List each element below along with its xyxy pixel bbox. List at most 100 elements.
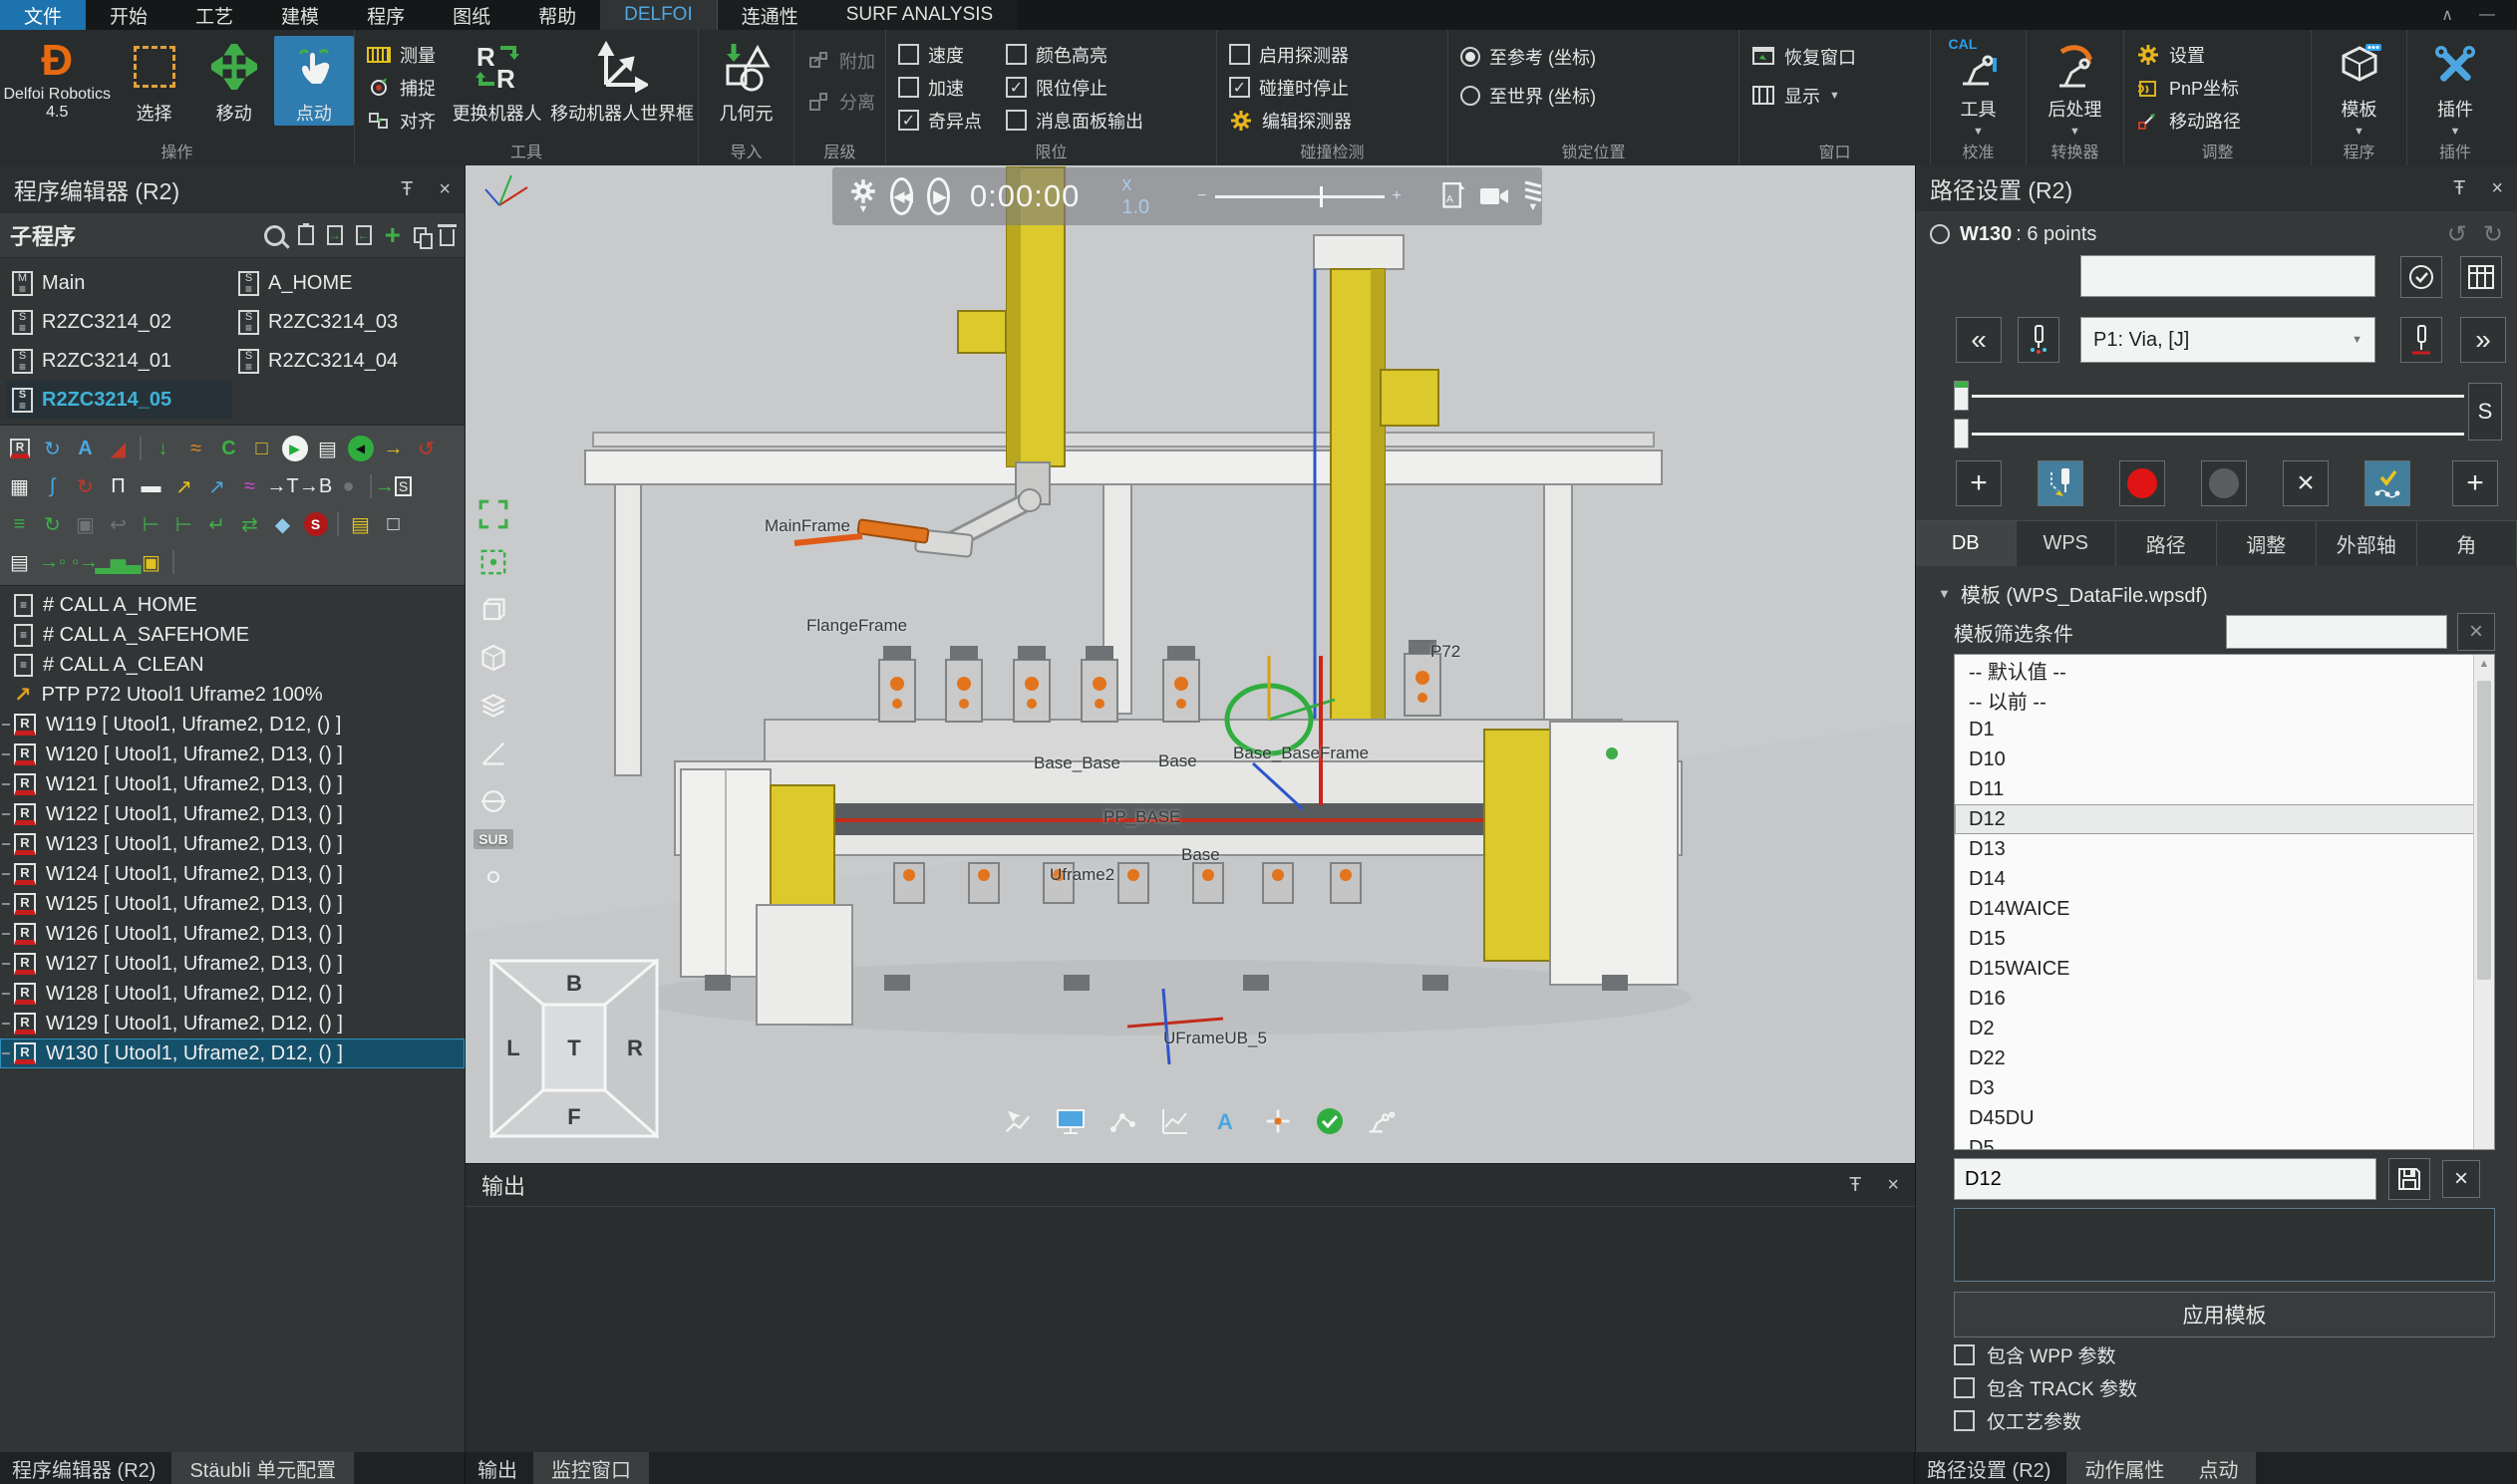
confirm-point-button[interactable] xyxy=(2400,256,2442,298)
menu-file[interactable]: 文件 xyxy=(0,0,86,30)
include-wpp-checkbox[interactable]: 包含 WPP 参数 xyxy=(1938,1339,2495,1370)
sync-slider-button[interactable]: S xyxy=(2468,383,2502,441)
point-select-dropdown[interactable]: P1: Via, [J] ▼ xyxy=(2080,317,2375,363)
goto-point-torch-button[interactable] xyxy=(2400,317,2442,363)
window-menu-icon[interactable]: — xyxy=(2479,6,2495,24)
select-frame-icon[interactable]: □ xyxy=(246,434,277,463)
weld-point-tool-icon[interactable] xyxy=(4,434,35,463)
check-axes-button[interactable] xyxy=(2364,460,2410,506)
pin-icon[interactable]: Ŧ xyxy=(1849,1174,1861,1197)
include-track-checkbox[interactable]: 包含 TRACK 参数 xyxy=(1938,1372,2495,1403)
statusbar-tab-monitor[interactable]: 监控窗口 xyxy=(533,1452,649,1484)
edit-detector-button[interactable]: 编辑探测器 xyxy=(1229,104,1352,137)
clipboard-icon[interactable]: ▤ xyxy=(345,509,376,539)
speed-minus-icon[interactable]: − xyxy=(1197,187,1206,205)
swap-icon[interactable]: ⇄ xyxy=(234,509,265,539)
statement-row[interactable]: W128 [ Utool1, Uframe2, D12, () ] xyxy=(0,979,465,1009)
menu-connectivity[interactable]: 连通性 xyxy=(718,0,822,30)
swap-robot-button[interactable]: RR 更换机器人 xyxy=(448,36,546,126)
template-item[interactable]: -- 默认值 -- xyxy=(1955,655,2494,685)
template-section-header[interactable]: ▼ 模板 (WPS_DataFile.wpsdf) xyxy=(1938,576,2495,610)
via-path-icon[interactable]: ≈ xyxy=(234,471,265,501)
io-in-icon[interactable]: →◦ xyxy=(37,547,68,577)
scroll-thumb[interactable] xyxy=(2477,681,2491,980)
controller-icon[interactable]: ▤ xyxy=(312,434,343,463)
statement-row-selected[interactable]: W130 [ Utool1, Uframe2, D12, () ] xyxy=(0,1039,465,1068)
print-icon[interactable]: ▤ xyxy=(4,547,35,577)
save-template-button[interactable] xyxy=(2388,1158,2430,1200)
close-icon[interactable]: × xyxy=(1887,1174,1899,1197)
stop-icon[interactable]: S xyxy=(300,509,331,539)
menu-start[interactable]: 开始 xyxy=(86,0,171,30)
tab-angle[interactable]: 角 xyxy=(2417,520,2517,566)
statement-row[interactable]: PTP P72 Utool1 Uframe2 100% xyxy=(0,680,465,710)
template-item[interactable]: D1 xyxy=(1955,715,2494,744)
branch-icon[interactable]: ⊢ xyxy=(136,509,166,539)
point-graph-icon[interactable] xyxy=(1103,1104,1141,1138)
template-item[interactable]: D45DU xyxy=(1955,1103,2494,1133)
zigzag-tool-icon[interactable]: Π xyxy=(103,471,134,501)
template-item[interactable]: D2 xyxy=(1955,1014,2494,1043)
template-item[interactable]: D14WAICE xyxy=(1955,894,2494,924)
snap-button[interactable]: 捕捉 xyxy=(367,71,436,104)
subprogram-item[interactable]: SR2ZC3214_03 xyxy=(232,303,459,341)
statement-row[interactable]: W121 [ Utool1, Uframe2, D13, () ] xyxy=(0,769,465,799)
tab-external-axis[interactable]: 外部轴 xyxy=(2317,520,2417,566)
rotate-tool-icon[interactable]: ↻ xyxy=(70,471,101,501)
cube-view-icon[interactable] xyxy=(473,638,513,678)
checklist-icon[interactable] xyxy=(298,225,314,245)
statusbar-tab-program-editor[interactable]: 程序编辑器 (R2) xyxy=(0,1454,167,1483)
subprogram-item[interactable]: SR2ZC3214_02 xyxy=(6,303,232,341)
statement-row[interactable]: W125 [ Utool1, Uframe2, D13, () ] xyxy=(0,889,465,919)
template-button[interactable]: 模板 ▼ xyxy=(2332,36,2387,138)
validate-icon[interactable] xyxy=(1311,1104,1349,1138)
statement-row[interactable]: W119 [ Utool1, Uframe2, D12, () ] xyxy=(0,710,465,740)
template-item[interactable]: D15 xyxy=(1955,924,2494,954)
template-item[interactable]: D16 xyxy=(1955,984,2494,1014)
path-slider[interactable] xyxy=(1972,395,2464,398)
enable-detector-checkbox[interactable]: 启用探测器 xyxy=(1229,38,1352,71)
statement-row[interactable]: W122 [ Utool1, Uframe2, D13, () ] xyxy=(0,799,465,829)
statusbar-tab-motion-props[interactable]: 动作属性 xyxy=(2084,1454,2164,1483)
zoom-window-icon[interactable] xyxy=(473,542,513,582)
section-view-icon[interactable] xyxy=(473,781,513,821)
apply-template-button[interactable]: 应用模板 xyxy=(1954,1292,2495,1337)
restore-window-button[interactable]: 恢复窗口 xyxy=(1751,40,1856,73)
add-program-icon[interactable]: + xyxy=(385,225,401,245)
template-item[interactable]: D13 xyxy=(1955,834,2494,864)
prev-point-button[interactable]: « xyxy=(1956,317,2002,363)
loop-green-icon[interactable]: ↻ xyxy=(37,509,68,539)
chart-icon[interactable] xyxy=(1155,1104,1193,1138)
process-params-only-checkbox[interactable]: 仅工艺参数 xyxy=(1938,1405,2495,1436)
limit-stop-checkbox[interactable]: 限位停止 xyxy=(1006,71,1143,104)
insert-point-icon[interactable]: ↓ xyxy=(148,434,178,463)
clear-filter-button[interactable]: × xyxy=(2457,613,2495,651)
template-item[interactable]: -- 以前 -- xyxy=(1955,685,2494,715)
folder-icon[interactable]: ▬ xyxy=(136,471,166,501)
subprogram-item[interactable]: MMain xyxy=(6,264,232,302)
next-point-button[interactable]: » xyxy=(2460,317,2506,363)
ribbon-collapse-icon[interactable]: ∧ xyxy=(2441,5,2453,25)
selection-radio[interactable] xyxy=(1930,224,1950,244)
export-pdf-icon[interactable]: A xyxy=(1441,182,1467,210)
point-table-button[interactable] xyxy=(2460,256,2502,298)
template-item[interactable]: D10 xyxy=(1955,744,2494,774)
copy-program-icon[interactable] xyxy=(414,227,427,243)
play-simulation-icon[interactable]: ▶ xyxy=(279,434,310,463)
statement-row[interactable]: W120 [ Utool1, Uframe2, D13, () ] xyxy=(0,740,465,769)
to-bottom-icon[interactable]: →B xyxy=(300,471,331,501)
conveyor-icon[interactable]: → xyxy=(378,434,409,463)
template-notes-field[interactable] xyxy=(1954,1208,2495,1282)
annotation-icon[interactable]: A xyxy=(1207,1104,1245,1138)
loop-tool-icon[interactable]: ↻ xyxy=(37,434,68,463)
settings-button[interactable]: 设置 xyxy=(2136,38,2241,71)
menu-surf-analysis[interactable]: SURF ANALYSIS xyxy=(822,0,1017,30)
template-filter-input[interactable] xyxy=(2226,615,2447,649)
move-path-button[interactable]: 移动路径 xyxy=(2136,104,2241,137)
pin-icon[interactable]: Ŧ xyxy=(2453,177,2465,200)
scroll-up-icon[interactable]: ▲ xyxy=(2474,655,2494,670)
sub-view-badge[interactable]: SUB xyxy=(473,829,513,849)
speed-plus-icon[interactable]: + xyxy=(1393,187,1402,205)
pin-icon[interactable]: Ŧ xyxy=(401,178,413,201)
teach-point-torch-button[interactable] xyxy=(2018,317,2059,363)
